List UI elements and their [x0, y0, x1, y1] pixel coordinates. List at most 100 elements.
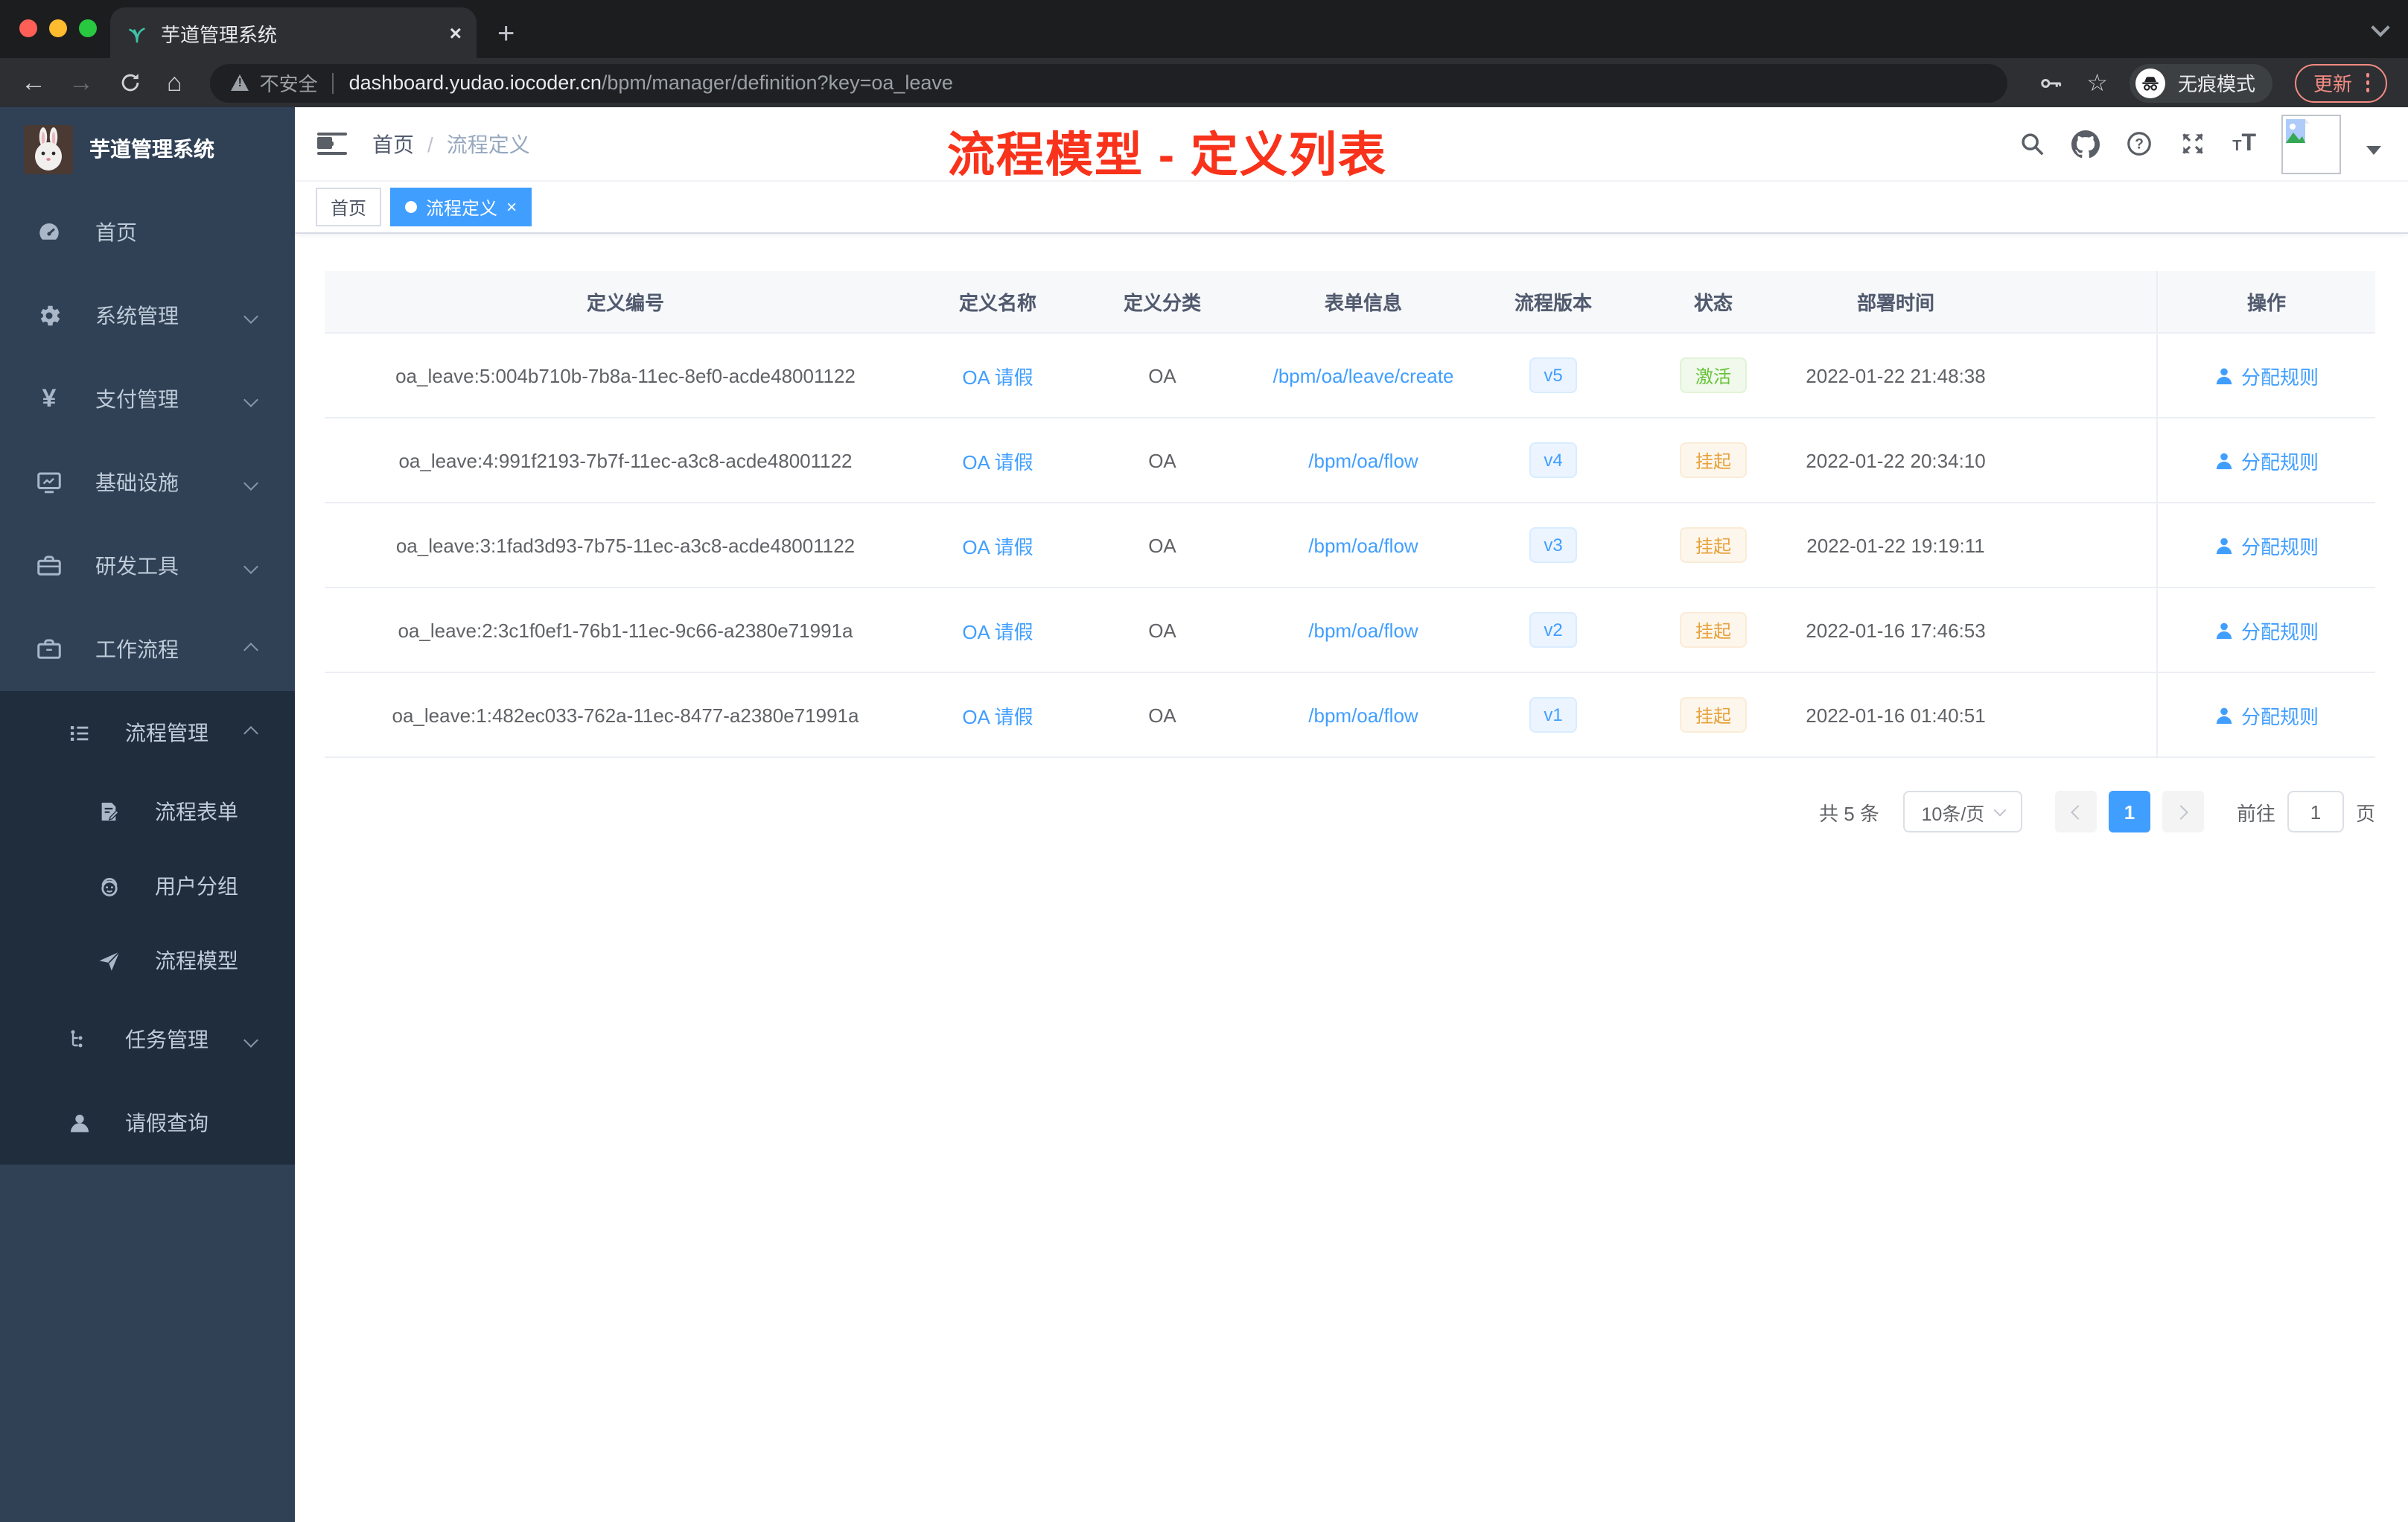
user-icon: [2216, 622, 2232, 639]
reload-button[interactable]: [116, 69, 144, 97]
definition-name-link[interactable]: OA 请假: [962, 616, 1033, 644]
form-info-link[interactable]: /bpm/oa/flow: [1308, 704, 1418, 726]
send-icon: [95, 947, 122, 974]
sidebar-item-dev-tools[interactable]: 研发工具: [0, 524, 295, 608]
assign-rule-button[interactable]: 分配规则: [2214, 361, 2319, 389]
screen: 芋道管理系统 × + ← → ⌂ 不安全 dashboard.yudao.ioc…: [0, 0, 2408, 1522]
definition-name-link[interactable]: OA 请假: [962, 446, 1033, 474]
page-size-select[interactable]: 10条/页: [1902, 791, 2022, 832]
user-icon: [2216, 537, 2232, 554]
sidebar-item-process-model[interactable]: 流程模型: [0, 923, 295, 998]
assign-rule-button[interactable]: 分配规则: [2214, 531, 2319, 559]
url-path: /bpm/manager/definition?key=oa_leave: [601, 71, 953, 94]
fullscreen-icon[interactable]: [2179, 130, 2207, 158]
search-icon[interactable]: [2018, 130, 2046, 158]
col-definition-category: 定义分类: [1123, 292, 1201, 314]
close-window-button[interactable]: [19, 19, 37, 37]
bookmark-star-icon[interactable]: ☆: [2086, 68, 2108, 98]
browser-toolbar: ← → ⌂ 不安全 dashboard.yudao.iocoder.cn/bpm…: [0, 58, 2408, 107]
avatar-dropdown-caret-icon[interactable]: [2366, 146, 2381, 162]
definition-id: oa_leave:3:1fad3d93-7b75-11ec-a3c8-acde4…: [395, 534, 856, 556]
form-icon: [95, 798, 122, 825]
group-icon: [95, 873, 122, 899]
sidebar-item-infrastructure[interactable]: 基础设施: [0, 441, 295, 524]
tag-close-icon[interactable]: ×: [506, 197, 517, 217]
assign-rule-button[interactable]: 分配规则: [2214, 701, 2319, 729]
app-title: 芋道管理系统: [89, 137, 214, 161]
goto-page-input[interactable]: [2287, 791, 2344, 832]
pagination: 共 5 条 10条/页 1 前往 页: [325, 791, 2375, 832]
browser-menu-icon[interactable]: [2366, 73, 2369, 92]
status-badge: 挂起: [1680, 612, 1746, 648]
browser-tab[interactable]: 芋道管理系统 ×: [110, 7, 477, 58]
form-info-link[interactable]: /bpm/oa/flow: [1308, 449, 1418, 471]
browser-tab-strip: 芋道管理系统 × +: [0, 0, 2408, 58]
tag-process-definition[interactable]: 流程定义 ×: [390, 188, 532, 226]
definition-category: OA: [1148, 534, 1176, 556]
tab-close-icon[interactable]: ×: [450, 21, 462, 45]
deploy-time: 2022-01-16 17:46:53: [1806, 619, 1986, 641]
sidebar-item-home[interactable]: 首页: [0, 191, 295, 274]
incognito-badge: 无痕模式: [2130, 63, 2273, 102]
sidebar-item-task-management[interactable]: 任务管理: [0, 998, 295, 1081]
workflow-submenu: 流程管理 流程表单 用户分组 流程模型 任务管理 请假查询: [0, 691, 295, 1165]
tags-view-bar: 首页 流程定义 ×: [295, 182, 2408, 234]
deploy-time: 2022-01-22 21:48:38: [1806, 364, 1986, 386]
github-icon[interactable]: [2071, 130, 2100, 158]
page-number-button[interactable]: 1: [2108, 791, 2150, 832]
chevron-up-icon: [243, 642, 258, 657]
font-size-icon[interactable]: TT: [2232, 130, 2256, 157]
breadcrumb-current: 流程定义: [446, 132, 530, 156]
password-key-icon[interactable]: [2036, 69, 2064, 97]
avatar[interactable]: [2281, 114, 2341, 173]
page-unit-label: 页: [2355, 802, 2375, 824]
help-icon[interactable]: ?: [2125, 130, 2153, 158]
briefcase-icon: [36, 636, 63, 663]
breadcrumb-home[interactable]: 首页: [372, 129, 414, 159]
sidebar-item-payment[interactable]: ¥ 支付管理: [0, 357, 295, 441]
form-info-link[interactable]: /bpm/oa/flow: [1308, 534, 1418, 556]
home-button[interactable]: ⌂: [167, 70, 182, 95]
sidebar-item-process-management[interactable]: 流程管理: [0, 691, 295, 774]
next-page-button[interactable]: [2162, 791, 2204, 832]
definition-name-link[interactable]: OA 请假: [962, 701, 1033, 729]
url-host: dashboard.yudao.iocoder.cn: [348, 71, 602, 94]
maximize-window-button[interactable]: [79, 19, 97, 37]
new-tab-button[interactable]: +: [497, 19, 515, 49]
definition-name-link[interactable]: OA 请假: [962, 361, 1033, 389]
assign-rule-button[interactable]: 分配规则: [2214, 446, 2319, 474]
prev-page-button[interactable]: [2054, 791, 2097, 832]
forward-button[interactable]: →: [69, 70, 94, 95]
definition-table: 定义编号 定义名称 定义分类 表单信息 流程版本 状态 部署时间 操作 oa_l…: [325, 271, 2375, 758]
sidebar-item-leave-query[interactable]: 请假查询: [0, 1081, 295, 1165]
sidebar-logo[interactable]: 芋道管理系统: [0, 107, 295, 191]
chevron-up-icon: [243, 725, 258, 740]
form-info-link[interactable]: /bpm/oa/leave/create: [1273, 364, 1454, 386]
assign-rule-button[interactable]: 分配规则: [2214, 616, 2319, 644]
gear-icon: [36, 302, 63, 329]
page-content: 定义编号 定义名称 定义分类 表单信息 流程版本 状态 部署时间 操作 oa_l…: [295, 234, 2408, 1522]
address-bar[interactable]: 不安全 dashboard.yudao.iocoder.cn/bpm/manag…: [210, 63, 2008, 102]
table-header: 定义编号 定义名称 定义分类 表单信息 流程版本 状态 部署时间 操作: [325, 271, 2375, 334]
tab-search-chevron-icon[interactable]: [2371, 18, 2390, 37]
definition-id: oa_leave:4:991f2193-7b7f-11ec-a3c8-acde4…: [398, 449, 853, 471]
back-button[interactable]: ←: [21, 70, 46, 95]
sidebar-toggle-button[interactable]: [317, 132, 347, 156]
definition-name-link[interactable]: OA 请假: [962, 531, 1033, 559]
toolbox-icon: [36, 553, 63, 579]
form-info-link[interactable]: /bpm/oa/flow: [1308, 619, 1418, 641]
chevron-down-icon: [243, 475, 258, 490]
page-url[interactable]: dashboard.yudao.iocoder.cn/bpm/manager/d…: [349, 71, 953, 94]
broken-image-icon: [2286, 118, 2310, 142]
sidebar-item-user-group[interactable]: 用户分组: [0, 849, 295, 923]
col-deploy-time: 部署时间: [1856, 292, 1934, 314]
security-label[interactable]: 不安全: [260, 69, 318, 97]
sidebar-item-system[interactable]: 系统管理: [0, 274, 295, 357]
browser-update-button[interactable]: 更新: [2295, 63, 2387, 102]
sidebar-item-workflow[interactable]: 工作流程: [0, 608, 295, 691]
tag-home[interactable]: 首页: [316, 188, 382, 226]
minimize-window-button[interactable]: [49, 19, 67, 37]
version-tag: v1: [1529, 697, 1578, 733]
chevron-down-icon: [1993, 803, 2006, 816]
sidebar-item-process-form[interactable]: 流程表单: [0, 774, 295, 849]
